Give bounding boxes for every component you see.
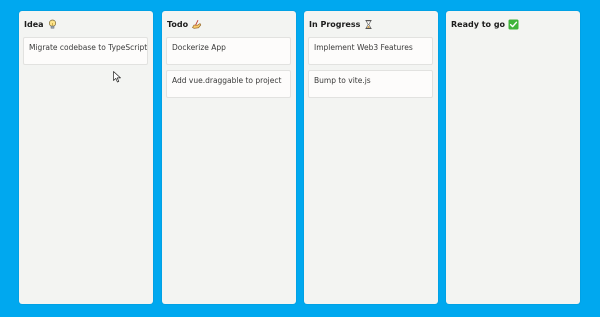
card-text: Dockerize App (172, 43, 226, 52)
column-todo[interactable]: Todo Dockerize App Add vue.draggable to … (162, 11, 296, 304)
column-title: Todo (167, 19, 189, 29)
column-title: Idea (24, 19, 44, 29)
card-text: Migrate codebase to TypeScript (29, 43, 148, 52)
kanban-board: Idea Migrate codebase to TypeScript Todo (0, 0, 600, 317)
column-ready-to-go[interactable]: Ready to go (446, 11, 580, 304)
writing-hand-icon (191, 19, 202, 30)
column-in-progress[interactable]: In Progress Implement Web3 Features Bump… (304, 11, 438, 304)
lightbulb-icon (47, 19, 58, 30)
card-dockerize-app[interactable]: Dockerize App (166, 37, 291, 65)
card-text: Bump to vite.js (314, 76, 371, 85)
card-text: Implement Web3 Features (314, 43, 413, 52)
card-add-vue-draggable[interactable]: Add vue.draggable to project (166, 70, 291, 98)
check-mark-icon (508, 19, 519, 30)
card-implement-web3[interactable]: Implement Web3 Features (308, 37, 433, 65)
column-header: In Progress (309, 17, 374, 31)
hourglass-icon (363, 19, 374, 30)
column-header: Ready to go (451, 17, 519, 31)
card-migrate-typescript[interactable]: Migrate codebase to TypeScript (23, 37, 148, 65)
column-idea[interactable]: Idea Migrate codebase to TypeScript (19, 11, 153, 304)
mouse-cursor-icon (113, 68, 122, 83)
column-title: Ready to go (451, 19, 506, 29)
column-header: Todo (167, 17, 202, 31)
card-bump-vite[interactable]: Bump to vite.js (308, 70, 433, 98)
card-text: Add vue.draggable to project (172, 76, 282, 85)
column-title: In Progress (309, 19, 361, 29)
column-header: Idea (24, 17, 58, 31)
